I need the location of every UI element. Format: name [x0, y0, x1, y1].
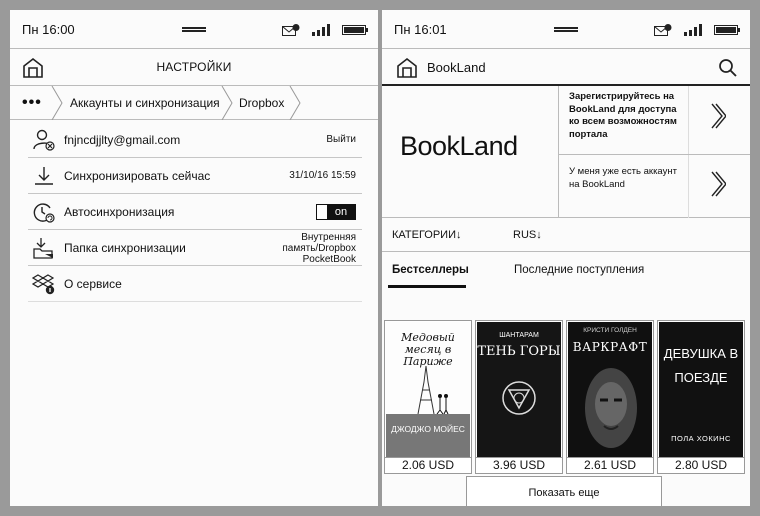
about-service-row[interactable]: О сервисе — [28, 266, 362, 302]
toggle-state: on — [327, 205, 355, 219]
mandala-illustration — [502, 381, 536, 415]
mail-icon[interactable] — [654, 24, 672, 36]
book-card[interactable]: ШАНТАРАМ ТЕНЬ ГОРЫ 3.96 USD — [475, 320, 563, 474]
register-promo[interactable]: Зарегистрируйтесь на BookLand для доступ… — [569, 91, 689, 141]
divider — [558, 86, 559, 218]
categories-dropdown[interactable]: КАТЕГОРИИ↓ — [392, 229, 462, 241]
sync-now-label: Синхронизировать сейчас — [64, 169, 211, 183]
sync-folder-path-line: Внутренняя — [301, 232, 356, 243]
folder-sync-icon — [33, 238, 53, 259]
book-cover: ДЕВУШКА В ПОЕЗДЕ ПОЛА ХОКИНС — [659, 322, 743, 458]
tab-bestsellers[interactable]: Бестселлеры — [392, 264, 469, 276]
book-price: 2.80 USD — [658, 457, 744, 473]
store-tabs: Бестселлеры Последние поступления — [382, 252, 750, 290]
cover-author: ДЖОДЖО МОЙЕС — [391, 424, 465, 434]
battery-icon — [342, 25, 368, 35]
book-card[interactable]: ДЕВУШКА В ПОЕЗДЕ ПОЛА ХОКИНС 2.80 USD — [657, 320, 745, 474]
bookland-logo: BookLand — [400, 131, 518, 161]
warrior-face-illustration — [585, 368, 637, 448]
account-row: fnjncdjjlty@gmail.com Выйти — [28, 122, 362, 158]
clock: Пн 16:01 — [394, 22, 447, 37]
home-icon[interactable] — [396, 57, 418, 79]
page-title: НАСТРОЙКИ — [156, 60, 232, 74]
cover-title: ВАРКРАФТ — [572, 340, 648, 354]
sync-folder-label: Папка синхронизации — [64, 241, 186, 255]
settings-header: НАСТРОЙКИ — [10, 48, 378, 86]
signal-icon — [684, 24, 702, 36]
book-price: 2.06 USD — [385, 457, 471, 473]
battery-icon — [714, 25, 740, 35]
sync-folder-path: Внутренняя память/Dropbox PocketBook — [282, 232, 356, 265]
logout-link[interactable]: Выйти — [326, 134, 356, 145]
mail-icon[interactable] — [282, 24, 300, 36]
store-title: BookLand — [427, 60, 486, 75]
eiffel-tower-illustration — [417, 365, 449, 414]
autosync-label: Автосинхронизация — [64, 205, 175, 219]
panel-handle[interactable] — [182, 27, 206, 32]
tab-new-arrivals[interactable]: Последние поступления — [514, 264, 644, 276]
breadcrumb-more[interactable]: ••• — [22, 94, 42, 112]
divider — [558, 154, 750, 155]
autosync-row[interactable]: Автосинхронизация on — [28, 194, 362, 230]
breadcrumb-separator-icon — [221, 86, 233, 120]
cover-title: ТЕНЬ ГОРЫ — [477, 344, 561, 359]
book-cover: ШАНТАРАМ ТЕНЬ ГОРЫ — [477, 322, 561, 458]
sync-now-row[interactable]: Синхронизировать сейчас 31/10/16 15:59 — [28, 158, 362, 194]
sync-folder-path-line: PocketBook — [302, 254, 356, 265]
bookland-screen: Пн 16:01 BookLand BookLand Зарегистрируй… — [382, 10, 750, 506]
autosync-clock-icon — [33, 203, 55, 223]
breadcrumb: ••• Аккаунты и синхронизация Dropbox — [10, 86, 378, 120]
language-dropdown[interactable]: RUS↓ — [513, 229, 542, 241]
book-price: 2.61 USD — [567, 457, 653, 473]
cover-author: ШАНТАРАМ — [499, 332, 539, 339]
sync-folder-row[interactable]: Папка синхронизации Внутренняя память/Dr… — [28, 230, 362, 266]
register-chevron-icon[interactable] — [710, 102, 726, 130]
login-promo[interactable]: У меня уже есть аккаунт на BookLand — [569, 166, 689, 191]
active-tab-underline — [388, 285, 466, 288]
signal-icon — [312, 24, 330, 36]
book-card[interactable]: КРИСТИ ГОЛДЕН ВАРКРАФТ 2.61 USD — [566, 320, 654, 474]
download-icon — [35, 167, 53, 185]
dropbox-info-icon — [32, 274, 55, 295]
breadcrumb-item-accounts[interactable]: Аккаунты и синхронизация — [70, 96, 220, 110]
autosync-toggle[interactable]: on — [316, 204, 356, 220]
breadcrumb-separator-icon — [51, 86, 63, 120]
book-cover: КРИСТИ ГОЛДЕН ВАРКРАФТ — [568, 322, 652, 458]
store-banner: BookLand Зарегистрируйтесь на BookLand д… — [382, 86, 750, 218]
status-bar: Пн 16:01 — [382, 10, 750, 48]
user-remove-icon — [33, 129, 55, 151]
cover-author: КРИСТИ ГОЛДЕН — [583, 327, 637, 334]
account-email: fnjncdjjlty@gmail.com — [64, 133, 181, 147]
book-cover: Медовый месяц в Париже ДЖОДЖО МОЙЕС — [386, 322, 470, 458]
status-bar: Пн 16:00 — [10, 10, 378, 48]
breadcrumb-item-dropbox[interactable]: Dropbox — [239, 96, 284, 110]
cover-author: ПОЛА ХОКИНС — [671, 434, 731, 443]
book-grid: Медовый месяц в Париже ДЖОДЖО МОЙЕС 2.06… — [382, 320, 750, 476]
breadcrumb-separator-icon — [289, 86, 301, 120]
search-icon[interactable] — [718, 58, 738, 78]
book-price: 3.96 USD — [476, 457, 562, 473]
store-header: BookLand — [382, 48, 750, 86]
toggle-knob — [317, 205, 327, 219]
show-more-button[interactable]: Показать еще — [466, 476, 662, 506]
book-card[interactable]: Медовый месяц в Париже ДЖОДЖО МОЙЕС 2.06… — [384, 320, 472, 474]
filter-bar: КАТЕГОРИИ↓ RUS↓ — [382, 218, 750, 252]
settings-screen: Пн 16:00 НАСТРОЙКИ ••• Аккаунты и синхро… — [10, 10, 378, 506]
cover-shade — [386, 414, 470, 458]
login-chevron-icon[interactable] — [710, 170, 726, 198]
about-service-label: О сервисе — [64, 277, 122, 291]
clock: Пн 16:00 — [22, 22, 75, 37]
last-sync-time: 31/10/16 15:59 — [289, 170, 356, 181]
panel-handle[interactable] — [554, 27, 578, 32]
sync-folder-path-line: память/Dropbox — [282, 243, 356, 254]
cover-title: ДЕВУШКА В ПОЕЗДЕ — [663, 346, 739, 385]
